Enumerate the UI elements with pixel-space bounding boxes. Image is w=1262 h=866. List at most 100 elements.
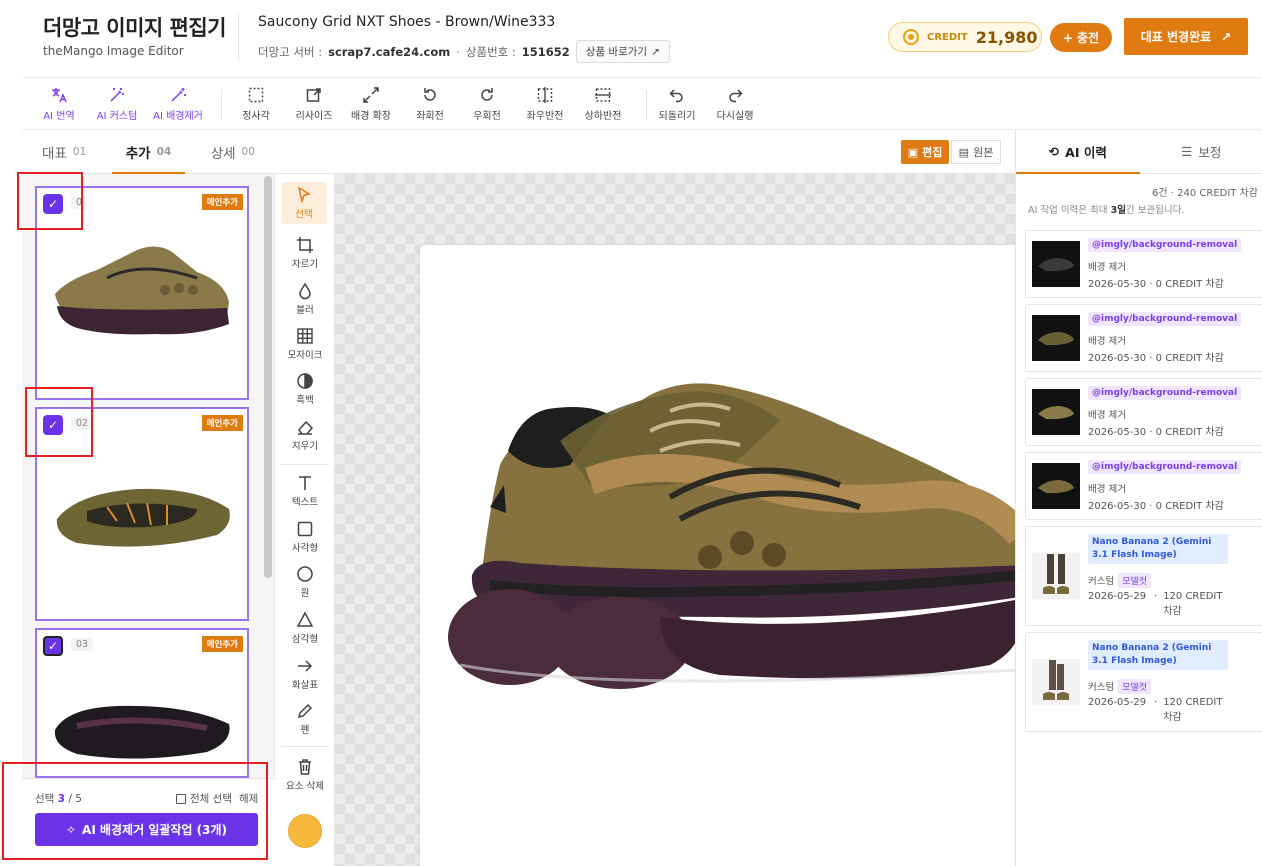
tab-count: 04 bbox=[156, 145, 172, 158]
thumbnail-checkbox[interactable]: ✓ bbox=[43, 636, 63, 656]
flip-horizontal-button[interactable]: 좌우반전 bbox=[515, 86, 575, 122]
redo-button[interactable]: 다시실행 bbox=[705, 86, 765, 122]
note-prefix: AI 작업 이력은 최대 bbox=[1028, 205, 1108, 216]
header-divider bbox=[238, 14, 239, 60]
rotate-right-button[interactable]: 우회전 bbox=[457, 86, 517, 122]
thumbnail-card[interactable]: ✓ 03 메인추가 bbox=[35, 628, 249, 778]
history-cost: 0 CREDIT 차감 bbox=[1155, 279, 1224, 290]
trash-icon bbox=[299, 759, 311, 775]
arrow-tool[interactable]: 화살표 bbox=[275, 657, 335, 691]
app-subtitle: theMango Image Editor bbox=[43, 44, 184, 58]
shoe-thumbnail-image bbox=[1038, 332, 1074, 346]
rect-tool[interactable]: 사각형 bbox=[275, 520, 335, 554]
annotation-highlight bbox=[2, 762, 268, 860]
tab-label: 대표 bbox=[42, 145, 67, 162]
ai-custom-button[interactable]: AI 커스텀 bbox=[87, 86, 147, 122]
select-tool[interactable]: 선택 bbox=[281, 182, 327, 224]
transparent-background bbox=[335, 174, 1052, 866]
undo-label: 되돌리기 bbox=[658, 111, 696, 122]
triangle-tool-label: 삼각형 bbox=[291, 634, 319, 645]
mode-original-button[interactable]: ▤ 원본 bbox=[951, 140, 1001, 164]
delete-element-tool[interactable]: 요소 삭제 bbox=[275, 758, 335, 792]
mosaic-tool[interactable]: 모자이크 bbox=[275, 327, 335, 361]
ai-translate-button[interactable]: AI 번역 bbox=[29, 86, 89, 122]
pen-tool[interactable]: 펜 bbox=[275, 702, 335, 736]
magic-wand-icon bbox=[110, 88, 124, 102]
main-change-done-button[interactable]: 대표 변경완료 ↗ bbox=[1124, 18, 1248, 55]
eraser-icon bbox=[298, 420, 314, 435]
pen-tool-label: 펜 bbox=[300, 725, 310, 736]
history-summary: 6건 · 240 CREDIT 차감 bbox=[1152, 188, 1258, 199]
bg-expand-button[interactable]: 배경 확장 bbox=[341, 86, 401, 122]
model-photo-image bbox=[1043, 554, 1069, 594]
resize-label: 리사이즈 bbox=[295, 111, 333, 122]
app-title: 더망고 이미지 편집기 bbox=[43, 16, 227, 40]
tab-additional[interactable]: 추가 04 bbox=[106, 130, 190, 174]
circle-tool[interactable]: 원 bbox=[275, 565, 335, 599]
mode-edit-button[interactable]: ▣ 편집 bbox=[901, 140, 949, 164]
crop-tool[interactable]: 자르기 bbox=[275, 236, 335, 270]
redo-icon bbox=[729, 89, 743, 103]
tab-count: 01 bbox=[72, 145, 87, 158]
history-item[interactable]: Nano Banana 2 (Gemini 3.1 Flash Image) 커… bbox=[1025, 632, 1262, 732]
tab-ai-history[interactable]: ⟲ AI 이력 bbox=[1016, 130, 1140, 174]
tab-main[interactable]: 대표 01 bbox=[22, 130, 106, 173]
history-tag: @imgly/background-removal bbox=[1088, 312, 1242, 326]
note-suffix: 간 보관됩니다. bbox=[1125, 205, 1185, 216]
credit-value: 21,980 bbox=[975, 27, 1038, 47]
right-panel-tabs: ⟲ AI 이력 ☰ 보정 bbox=[1016, 130, 1262, 174]
grid-icon bbox=[297, 328, 313, 344]
tab-adjust[interactable]: ☰ 보정 bbox=[1140, 130, 1262, 173]
erase-tool[interactable]: 지우기 bbox=[275, 418, 335, 452]
rect-tool-label: 사각형 bbox=[291, 543, 319, 554]
history-cost: 120 CREDIT 차감 bbox=[1163, 697, 1223, 723]
thumbnail-scrollbar[interactable] bbox=[264, 176, 272, 578]
external-arrow-icon: ↗ bbox=[651, 45, 660, 58]
mode-edit-label: 편집 bbox=[922, 146, 943, 159]
charge-label: 충전 bbox=[1076, 31, 1100, 45]
resize-button[interactable]: 리사이즈 bbox=[284, 86, 344, 122]
history-retention-note: AI 작업 이력은 최대 3일간 보관됩니다. bbox=[1028, 202, 1184, 216]
credit-balance: CREDIT 21,980 bbox=[888, 22, 1042, 52]
main-add-badge[interactable]: 메인추가 bbox=[201, 415, 243, 431]
history-meta: 2026-05-29 · 120 CREDIT 차감 bbox=[1088, 697, 1238, 723]
history-kind: 배경 제거 bbox=[1088, 410, 1126, 421]
history-date: 2026-05-30 bbox=[1088, 279, 1147, 290]
ai-bg-remove-button[interactable]: AI 배경제거 bbox=[148, 86, 208, 122]
history-item[interactable]: @imgly/background-removal 배경 제거 2026-05-… bbox=[1025, 304, 1262, 372]
tab-detail[interactable]: 상세 00 bbox=[191, 130, 275, 173]
history-cost: 120 CREDIT 차감 bbox=[1163, 591, 1223, 617]
flip-vertical-button[interactable]: 상하반전 bbox=[573, 86, 633, 122]
bw-tool-label: 흑백 bbox=[296, 395, 314, 406]
product-title: Saucony Grid NXT Shoes - Brown/Wine333 bbox=[258, 14, 556, 30]
history-kind: 커스텀 모델컷 bbox=[1088, 573, 1152, 588]
rotate-left-button[interactable]: 좌회전 bbox=[400, 86, 460, 122]
toolbar-divider bbox=[221, 90, 222, 120]
resize-icon bbox=[306, 88, 321, 102]
triangle-tool[interactable]: 삼각형 bbox=[275, 611, 335, 645]
image-artboard[interactable] bbox=[420, 245, 1052, 866]
product-link-button[interactable]: 상품 바로가기 ↗ bbox=[575, 40, 670, 63]
product-link-label: 상품 바로가기 bbox=[585, 46, 648, 58]
main-add-badge[interactable]: 메인추가 bbox=[201, 194, 243, 210]
color-picker[interactable] bbox=[288, 814, 322, 848]
image-type-tabs: 대표 01 추가 04 상세 00 bbox=[22, 130, 275, 174]
contrast-icon bbox=[297, 373, 313, 389]
image-list-panel: 대표 01 추가 04 상세 00 ✓ 0 메인추가 ✓ 02 메인추가 ✓ 0… bbox=[2, 130, 275, 866]
bg-expand-label: 배경 확장 bbox=[351, 111, 391, 122]
history-date: 2026-05-29 bbox=[1088, 591, 1147, 602]
file-icon: ▤ bbox=[958, 145, 970, 159]
history-item[interactable]: @imgly/background-removal 배경 제거 2026-05-… bbox=[1025, 230, 1262, 298]
charge-button[interactable]: + 충전 bbox=[1050, 23, 1112, 52]
history-item[interactable]: @imgly/background-removal 배경 제거 2026-05-… bbox=[1025, 452, 1262, 520]
square-label: 정사각 bbox=[242, 111, 270, 122]
text-tool[interactable]: 텍스트 bbox=[275, 474, 335, 508]
history-item[interactable]: @imgly/background-removal 배경 제거 2026-05-… bbox=[1025, 378, 1262, 446]
main-add-badge[interactable]: 메인추가 bbox=[201, 636, 243, 652]
edit-icon: ▣ bbox=[907, 145, 919, 159]
bw-tool[interactable]: 흑백 bbox=[275, 372, 335, 406]
history-item[interactable]: Nano Banana 2 (Gemini 3.1 Flash Image) 커… bbox=[1025, 526, 1262, 626]
undo-button[interactable]: 되돌리기 bbox=[647, 86, 707, 122]
square-button[interactable]: 정사각 bbox=[226, 86, 286, 122]
blur-tool[interactable]: 블러 bbox=[275, 282, 335, 316]
